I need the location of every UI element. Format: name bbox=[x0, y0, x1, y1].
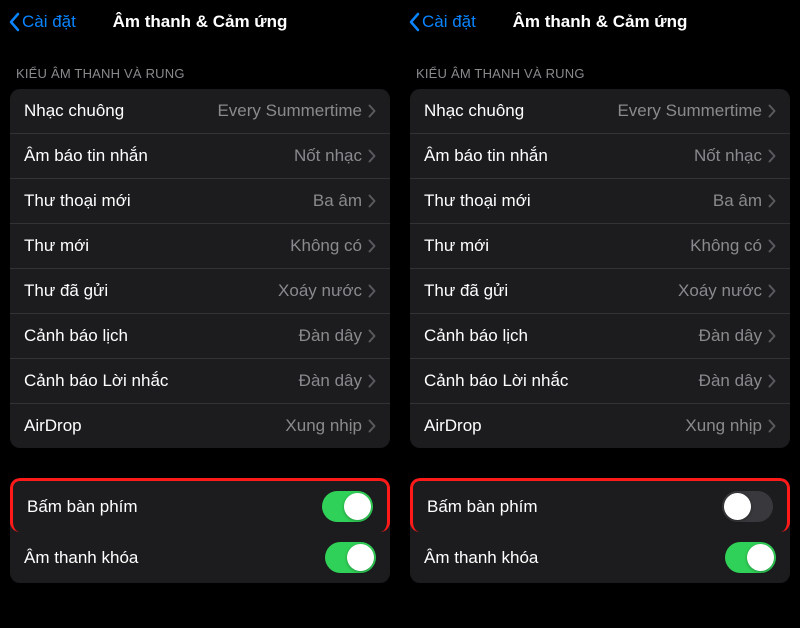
chevron-right-icon bbox=[768, 239, 776, 253]
row-value: Đàn dây bbox=[699, 371, 762, 391]
row-sent-mail[interactable]: Thư đã gửi Xoáy nước bbox=[410, 269, 790, 314]
row-label: Âm báo tin nhắn bbox=[24, 146, 148, 166]
section-header: KIỂU ÂM THANH VÀ RUNG bbox=[0, 44, 400, 89]
switch[interactable] bbox=[722, 491, 773, 522]
back-label: Cài đặt bbox=[422, 12, 476, 32]
row-label: Thư mới bbox=[424, 236, 489, 256]
row-calendar-alert[interactable]: Cảnh báo lịch Đàn dây bbox=[10, 314, 390, 359]
chevron-right-icon bbox=[368, 104, 376, 118]
row-text-tone[interactable]: Âm báo tin nhắn Nốt nhạc bbox=[410, 134, 790, 179]
toggle-label: Bấm bàn phím bbox=[427, 497, 538, 517]
row-value: Không có bbox=[290, 236, 362, 256]
row-airdrop[interactable]: AirDrop Xung nhịp bbox=[410, 404, 790, 448]
chevron-right-icon bbox=[768, 374, 776, 388]
row-reminder-alert[interactable]: Cảnh báo Lời nhắc Đàn dây bbox=[10, 359, 390, 404]
row-value: Nốt nhạc bbox=[294, 146, 362, 166]
row-value: Ba âm bbox=[313, 191, 362, 211]
row-new-mail[interactable]: Thư mới Không có bbox=[410, 224, 790, 269]
chevron-right-icon bbox=[768, 104, 776, 118]
toggles-list: Bấm bàn phím Âm thanh khóa bbox=[410, 478, 790, 583]
row-label: Thư thoại mới bbox=[424, 191, 531, 211]
chevron-left-icon bbox=[8, 12, 20, 32]
chevron-right-icon bbox=[368, 239, 376, 253]
chevron-right-icon bbox=[368, 284, 376, 298]
row-label: Cảnh báo Lời nhắc bbox=[424, 371, 568, 391]
back-label: Cài đặt bbox=[22, 12, 76, 32]
row-label: Cảnh báo lịch bbox=[24, 326, 128, 346]
chevron-right-icon bbox=[768, 329, 776, 343]
toggle-label: Bấm bàn phím bbox=[27, 497, 138, 517]
row-value: Xung nhịp bbox=[685, 416, 762, 436]
switch-knob bbox=[344, 493, 371, 520]
row-value: Nốt nhạc bbox=[694, 146, 762, 166]
row-label: Thư mới bbox=[24, 236, 89, 256]
settings-pane-left: Cài đặt Âm thanh & Cảm ứng KIỂU ÂM THANH… bbox=[0, 0, 400, 628]
row-voicemail[interactable]: Thư thoại mới Ba âm bbox=[10, 179, 390, 224]
row-value: Không có bbox=[690, 236, 762, 256]
row-value: Xoáy nước bbox=[678, 281, 762, 301]
chevron-right-icon bbox=[368, 194, 376, 208]
row-label: Nhạc chuông bbox=[424, 101, 524, 121]
row-airdrop[interactable]: AirDrop Xung nhịp bbox=[10, 404, 390, 448]
chevron-right-icon bbox=[368, 149, 376, 163]
row-value: Xung nhịp bbox=[285, 416, 362, 436]
row-label: Cảnh báo lịch bbox=[424, 326, 528, 346]
switch[interactable] bbox=[325, 542, 376, 573]
toggle-keyboard-clicks: Bấm bàn phím bbox=[410, 478, 790, 532]
row-label: Cảnh báo Lời nhắc bbox=[24, 371, 168, 391]
settings-pane-right: Cài đặt Âm thanh & Cảm ứng KIỂU ÂM THANH… bbox=[400, 0, 800, 628]
row-reminder-alert[interactable]: Cảnh báo Lời nhắc Đàn dây bbox=[410, 359, 790, 404]
row-label: Thư thoại mới bbox=[24, 191, 131, 211]
row-value: Đàn dây bbox=[299, 371, 362, 391]
back-button[interactable]: Cài đặt bbox=[408, 12, 476, 32]
switch[interactable] bbox=[725, 542, 776, 573]
chevron-right-icon bbox=[768, 284, 776, 298]
row-ringtone[interactable]: Nhạc chuông Every Summertime bbox=[10, 89, 390, 134]
row-value: Đàn dây bbox=[699, 326, 762, 346]
row-new-mail[interactable]: Thư mới Không có bbox=[10, 224, 390, 269]
row-label: Âm báo tin nhắn bbox=[424, 146, 548, 166]
row-value: Ba âm bbox=[713, 191, 762, 211]
row-value: Xoáy nước bbox=[278, 281, 362, 301]
section-header: KIỂU ÂM THANH VÀ RUNG bbox=[400, 44, 800, 89]
toggle-lock-sound: Âm thanh khóa bbox=[410, 532, 790, 583]
row-voicemail[interactable]: Thư thoại mới Ba âm bbox=[410, 179, 790, 224]
row-label: Thư đã gửi bbox=[24, 281, 108, 301]
toggle-keyboard-clicks: Bấm bàn phím bbox=[10, 478, 390, 532]
toggle-label: Âm thanh khóa bbox=[24, 548, 138, 568]
switch-knob bbox=[347, 544, 374, 571]
chevron-right-icon bbox=[368, 329, 376, 343]
switch-knob bbox=[747, 544, 774, 571]
sounds-list: Nhạc chuông Every Summertime Âm báo tin nh… bbox=[10, 89, 390, 448]
toggle-label: Âm thanh khóa bbox=[424, 548, 538, 568]
row-sent-mail[interactable]: Thư đã gửi Xoáy nước bbox=[10, 269, 390, 314]
row-label: Nhạc chuông bbox=[24, 101, 124, 121]
row-value: Every Summertime bbox=[217, 101, 362, 121]
row-label: Thư đã gửi bbox=[424, 281, 508, 301]
chevron-left-icon bbox=[408, 12, 420, 32]
row-label: AirDrop bbox=[24, 416, 82, 436]
header: Cài đặt Âm thanh & Cảm ứng bbox=[400, 0, 800, 44]
switch-knob bbox=[724, 493, 751, 520]
toggle-lock-sound: Âm thanh khóa bbox=[10, 532, 390, 583]
row-text-tone[interactable]: Âm báo tin nhắn Nốt nhạc bbox=[10, 134, 390, 179]
back-button[interactable]: Cài đặt bbox=[8, 12, 76, 32]
chevron-right-icon bbox=[368, 419, 376, 433]
row-value: Every Summertime bbox=[617, 101, 762, 121]
switch[interactable] bbox=[322, 491, 373, 522]
row-value: Đàn dây bbox=[299, 326, 362, 346]
chevron-right-icon bbox=[768, 149, 776, 163]
row-calendar-alert[interactable]: Cảnh báo lịch Đàn dây bbox=[410, 314, 790, 359]
sounds-list: Nhạc chuông Every Summertime Âm báo tin nh… bbox=[410, 89, 790, 448]
chevron-right-icon bbox=[368, 374, 376, 388]
toggles-list: Bấm bàn phím Âm thanh khóa bbox=[10, 478, 390, 583]
chevron-right-icon bbox=[768, 419, 776, 433]
header: Cài đặt Âm thanh & Cảm ứng bbox=[0, 0, 400, 44]
row-ringtone[interactable]: Nhạc chuông Every Summertime bbox=[410, 89, 790, 134]
row-label: AirDrop bbox=[424, 416, 482, 436]
chevron-right-icon bbox=[768, 194, 776, 208]
